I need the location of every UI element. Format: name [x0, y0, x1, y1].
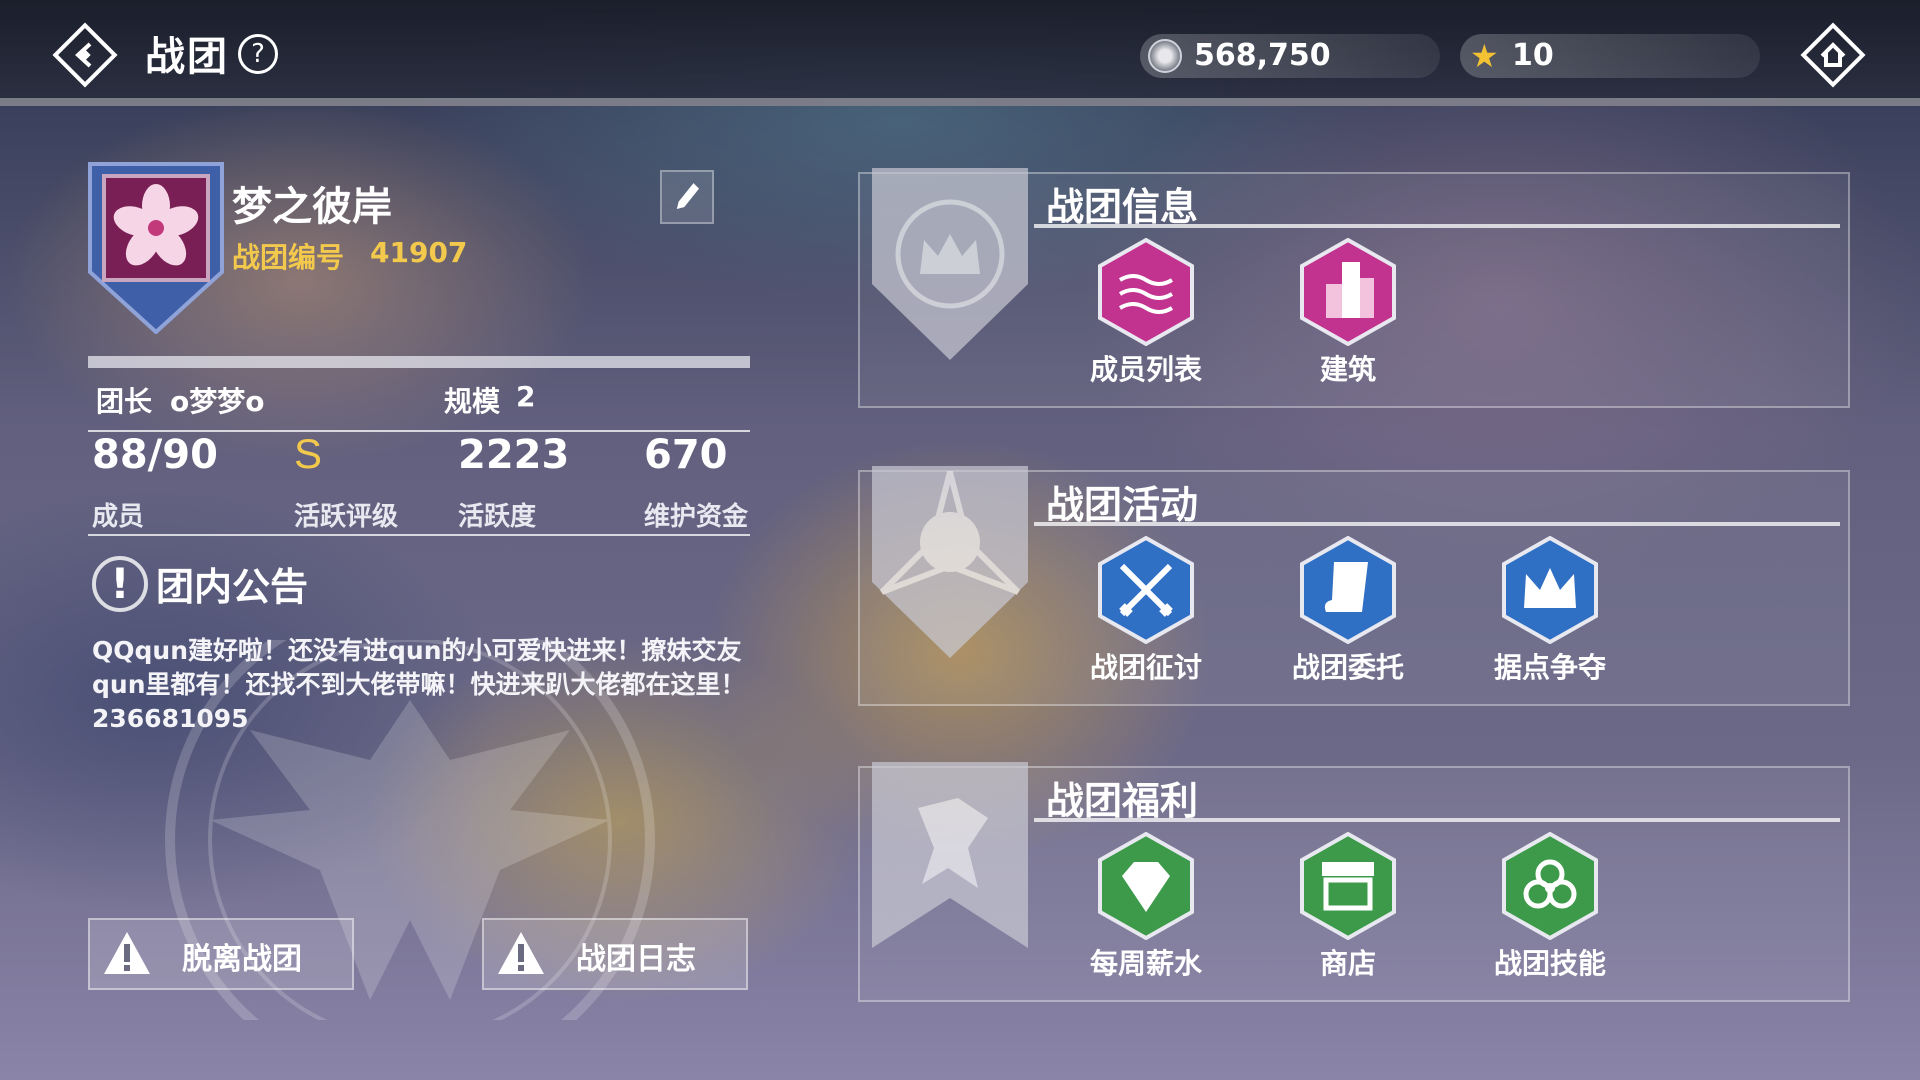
section-title: 战团活动 [1046, 483, 1199, 527]
stronghold-contest-tile[interactable]: 据点争夺 [1470, 536, 1630, 686]
crossed-swords-icon [1098, 536, 1194, 644]
section-divider [1034, 522, 1840, 526]
leave-guild-label: 脱离战团 [182, 942, 302, 977]
section-divider [1034, 224, 1840, 228]
silver-currency: 568,750 [1140, 34, 1440, 78]
weekly-salary-label: 每周薪水 [1089, 947, 1202, 980]
notice-text: QQqun建好啦！还没有进qun的小可爱快进来！撩妹交友qun里都有！还找不到大… [92, 636, 746, 733]
members-value: 88/90 [92, 432, 218, 478]
section-guild-benefits: 战团福利 每周薪水 商店 战团技能 [858, 762, 1850, 1002]
edit-name-button[interactable] [660, 170, 714, 224]
scroll-icon [1300, 536, 1396, 644]
activity-rank-label: 活跃评级 [294, 502, 399, 532]
member-list-tile[interactable]: 成员列表 [1066, 238, 1226, 388]
page-title: 战团 [145, 34, 229, 80]
gold-star-icon: ★ [1470, 37, 1499, 75]
members-label: 成员 [92, 502, 145, 532]
guild-name: 梦之彼岸 [232, 184, 392, 230]
guild-id-label: 战团编号 [232, 241, 345, 274]
scale-value: 2 [516, 380, 536, 413]
shop-tile[interactable]: 商店 [1268, 832, 1428, 982]
activity-value: 2223 [458, 432, 570, 478]
back-button[interactable] [50, 20, 120, 90]
activity-label: 活跃度 [458, 502, 537, 532]
member-list-label: 成员列表 [1089, 353, 1202, 386]
help-icon[interactable]: ? [238, 34, 278, 74]
section-title: 战团信息 [1046, 185, 1199, 229]
info-divider [88, 356, 750, 368]
leader-name: o梦梦o [170, 385, 265, 418]
activity-rank-value: S [294, 430, 323, 477]
funds-value: 670 [644, 432, 728, 478]
funds-label: 维护资金 [644, 502, 749, 532]
guild-crusade-tile[interactable]: 战团征讨 [1066, 536, 1226, 686]
shop-icon [1300, 832, 1396, 940]
star-value: 10 [1512, 38, 1554, 73]
home-button[interactable] [1798, 20, 1868, 90]
crown-icon [1502, 536, 1598, 644]
guild-commission-tile[interactable]: 战团委托 [1268, 536, 1428, 686]
warning-icon [498, 932, 544, 974]
building-label: 建筑 [1319, 353, 1376, 386]
top-bar: 战团 ? 568,750 ★ 10 [0, 0, 1920, 106]
guild-log-button[interactable]: 战团日志 [482, 918, 748, 990]
guild-skills-label: 战团技能 [1493, 947, 1606, 980]
guild-crusade-label: 战团征讨 [1089, 651, 1202, 684]
guild-skills-tile[interactable]: 战团技能 [1470, 832, 1630, 982]
section-title: 战团福利 [1046, 779, 1199, 823]
guild-log-label: 战团日志 [576, 942, 696, 977]
crown-wreath-badge-icon [872, 168, 1028, 360]
leader-label: 团长 [96, 385, 153, 418]
stats-divider-bottom [88, 534, 750, 536]
leave-guild-button[interactable]: 脱离战团 [88, 918, 354, 990]
diamond-icon [1098, 832, 1194, 940]
scale-label: 规模 [444, 385, 501, 418]
silver-value: 568,750 [1194, 38, 1331, 73]
building-icon [1300, 238, 1396, 346]
silver-coin-icon [1148, 39, 1182, 73]
guild-commission-label: 战团委托 [1291, 651, 1404, 684]
stronghold-contest-label: 据点争夺 [1493, 651, 1606, 684]
biohazard-icon [1502, 832, 1598, 940]
guild-emblem-icon [88, 162, 224, 334]
section-divider [1034, 818, 1840, 822]
weekly-salary-tile[interactable]: 每周薪水 [1066, 832, 1226, 982]
griffin-banner-icon [872, 762, 1028, 948]
guild-id: 41907 [370, 236, 468, 269]
star-currency: ★ 10 [1460, 34, 1760, 78]
exclamation-icon: ! [92, 556, 148, 612]
building-tile[interactable]: 建筑 [1268, 238, 1428, 388]
notice-title: 团内公告 [156, 565, 309, 609]
warning-icon [104, 932, 150, 974]
member-list-icon [1098, 238, 1194, 346]
section-guild-info: 战团信息 成员列表 建筑 [858, 168, 1850, 408]
compass-star-badge-icon [872, 466, 1028, 658]
section-guild-activities: 战团活动 战团征讨 战团委托 据点争夺 [858, 466, 1850, 706]
shop-label: 商店 [1319, 947, 1376, 980]
